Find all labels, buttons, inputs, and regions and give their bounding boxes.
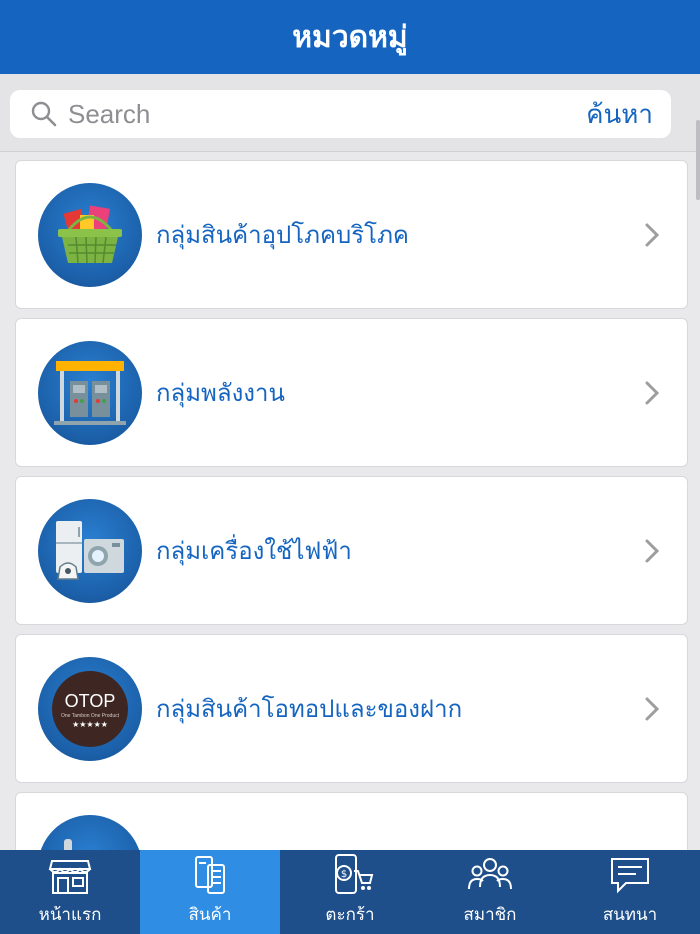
chat-icon	[611, 858, 649, 894]
search-box[interactable]: ค้นหา	[10, 90, 671, 138]
category-list: กลุ่มสินค้าอุปโภคบริโภค กลุ่มพลังงาน กลุ…	[0, 152, 700, 850]
tab-label: สนทนา	[602, 905, 658, 925]
category-item-appliances[interactable]: กลุ่มเครื่องใช้ไฟฟ้า	[15, 476, 688, 625]
tab-chat[interactable]: สนทนา	[560, 850, 700, 934]
otop-stars-text: ★★★★★	[72, 720, 108, 729]
members-icon	[468, 858, 512, 890]
category-label: กลุ่มพลังงาน	[156, 379, 285, 407]
app-header: หมวดหมู่	[0, 0, 700, 74]
page-title: หมวดหมู่	[292, 19, 408, 55]
chevron-right-icon	[645, 381, 660, 404]
otop-brand-text: OTOP	[65, 691, 116, 711]
svg-text:$: $	[341, 869, 347, 880]
category-item-otop[interactable]: OTOP One Tambon One Product ★★★★★ กลุ่มส…	[15, 634, 688, 783]
search-input[interactable]	[68, 98, 587, 130]
chevron-right-icon	[645, 539, 660, 562]
otop-icon: OTOP One Tambon One Product ★★★★★	[38, 656, 142, 761]
tab-home[interactable]: หน้าแรก	[0, 850, 140, 934]
tab-products[interactable]: สินค้า	[140, 850, 280, 934]
search-button[interactable]: ค้นหา	[586, 94, 653, 135]
chevron-right-icon	[645, 697, 660, 720]
otop-tagline-text: One Tambon One Product	[61, 713, 120, 719]
tab-label: หน้าแรก	[38, 905, 102, 925]
category-label: กลุ่มสินค้าโอทอปและของฝาก	[156, 695, 463, 723]
tab-label: สมาชิก	[463, 905, 517, 925]
faucet-icon	[38, 814, 142, 850]
category-item-partial[interactable]	[15, 792, 688, 850]
tab-label: สินค้า	[188, 905, 232, 925]
chevron-right-icon	[645, 223, 660, 246]
search-icon	[31, 101, 57, 127]
category-item-energy[interactable]: กลุ่มพลังงาน	[15, 318, 688, 467]
search-bar: ค้นหา	[0, 74, 700, 152]
basket-icon	[38, 182, 142, 287]
category-label: กลุ่มสินค้าอุปโภคบริโภค	[156, 221, 409, 249]
tab-cart[interactable]: $ ตะกร้า	[280, 850, 420, 934]
appliances-icon	[38, 498, 142, 603]
cart-icon: $	[335, 854, 374, 894]
fuel-pump-icon	[38, 340, 142, 445]
bottom-tab-bar: หน้าแรก สินค้า $ ตะกร้า สมาชิก สนทนา	[0, 850, 700, 934]
category-label: กลุ่มเครื่องใช้ไฟฟ้า	[156, 537, 352, 565]
tab-label: ตะกร้า	[325, 905, 375, 925]
tab-members[interactable]: สมาชิก	[420, 850, 560, 934]
store-icon	[48, 860, 92, 894]
products-icon	[195, 856, 225, 894]
category-item-consumer-goods[interactable]: กลุ่มสินค้าอุปโภคบริโภค	[15, 160, 688, 309]
